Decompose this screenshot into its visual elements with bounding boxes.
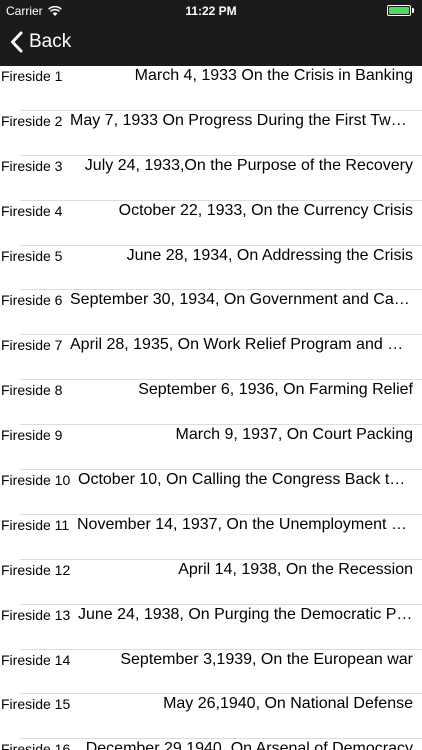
list-item[interactable]: Fireside 8 September 6, 1936, On Farming … <box>0 380 422 426</box>
fireside-detail: April 28, 1935, On Work Relief Program a… <box>70 336 413 354</box>
fireside-number: Fireside 14 <box>1 651 71 668</box>
fireside-detail: March 9, 1937, On Court Packing <box>175 426 413 444</box>
battery-icon <box>387 5 414 16</box>
fireside-number: Fireside 12 <box>1 561 71 578</box>
status-time: 11:22 PM <box>185 4 237 18</box>
list-item[interactable]: Fireside 4 October 22, 1933, On the Curre… <box>0 201 422 246</box>
chevron-left-icon <box>11 31 23 53</box>
list-item[interactable]: Fireside 15 May 26,1940, On National Defe… <box>0 694 422 740</box>
battery-fill <box>389 7 409 14</box>
list-item[interactable]: Fireside 13 June 24, 1938, On Purging the… <box>0 605 422 650</box>
navigation-bar: Back <box>0 22 422 66</box>
fireside-detail: June 28, 1934, On Addressing the Crisis <box>126 246 413 264</box>
fireside-detail: September 30, 1934, On Government and Ca… <box>70 291 413 309</box>
fireside-detail: March 4, 1933 On the Crisis in Banking <box>134 67 413 84</box>
fireside-number: Fireside 6 <box>1 292 63 309</box>
fireside-number: Fireside 5 <box>1 247 63 264</box>
back-button[interactable]: Back <box>10 31 71 53</box>
fireside-detail: December 29,1940, On Arsenal of Democrac… <box>85 740 413 750</box>
list-item[interactable]: Fireside 16 December 29,1940, On Arsenal … <box>0 739 422 750</box>
fireside-list[interactable]: Fireside 1 March 4, 1933 On the Crisis in… <box>0 66 422 750</box>
list-item[interactable]: Fireside 1 March 4, 1933 On the Crisis in… <box>0 66 422 111</box>
fireside-number: Fireside 11 <box>1 516 70 533</box>
fireside-detail: September 6, 1936, On Farming Relief <box>138 381 413 399</box>
fireside-detail: May 7, 1933 On Progress During the First… <box>70 111 413 129</box>
list-item[interactable]: Fireside 6 September 30, 1934, On Governm… <box>0 290 422 336</box>
list-item[interactable]: Fireside 10 October 10, On Calling the Co… <box>0 470 422 515</box>
list-item[interactable]: Fireside 12 April 14, 1938, On the Recess… <box>0 560 422 605</box>
list-item[interactable]: Fireside 7 April 28, 1935, On Work Relief… <box>0 335 422 381</box>
fireside-number: Fireside 16 <box>1 741 71 750</box>
fireside-detail: November 14, 1937, On the Unemployment C… <box>77 515 413 533</box>
fireside-number: Fireside 3 <box>1 157 63 174</box>
list-item[interactable]: Fireside 5 June 28, 1934, On Addressing t… <box>0 246 422 291</box>
fireside-number: Fireside 9 <box>1 427 63 444</box>
fireside-detail: June 24, 1938, On Purging the Democratic… <box>78 605 413 623</box>
fireside-number: Fireside 1 <box>1 68 63 84</box>
fireside-detail: May 26,1940, On National Defense <box>163 695 413 713</box>
fireside-detail: October 22, 1933, On the Currency Crisis <box>118 201 413 219</box>
fireside-number: Fireside 7 <box>1 337 63 354</box>
list-item[interactable]: Fireside 14 September 3,1939, On the Euro… <box>0 650 422 695</box>
fireside-number: Fireside 4 <box>1 202 63 219</box>
fireside-number: Fireside 2 <box>1 112 63 129</box>
fireside-number: Fireside 10 <box>1 472 71 489</box>
status-bar: Carrier 11:22 PM <box>0 0 422 22</box>
back-label: Back <box>29 31 72 52</box>
list-item[interactable]: Fireside 9 March 9, 1937, On Court Packin… <box>0 425 422 471</box>
fireside-detail: July 24, 1933,On the Purpose of the Reco… <box>84 156 413 174</box>
fireside-detail: April 14, 1938, On the Recession <box>178 560 413 578</box>
list-item[interactable]: Fireside 11 November 14, 1937, On the Une… <box>0 515 422 560</box>
fireside-number: Fireside 8 <box>1 382 63 399</box>
list-item[interactable]: Fireside 3 July 24, 1933,On the Purpose o… <box>0 156 422 201</box>
list-item[interactable]: Fireside 2 May 7, 1933 On Progress During… <box>0 111 422 156</box>
fireside-detail: September 3,1939, On the European war <box>120 650 413 668</box>
fireside-number: Fireside 13 <box>1 606 71 623</box>
fireside-number: Fireside 15 <box>1 696 71 713</box>
fireside-detail: October 10, On Calling the Congress Back… <box>78 471 413 489</box>
